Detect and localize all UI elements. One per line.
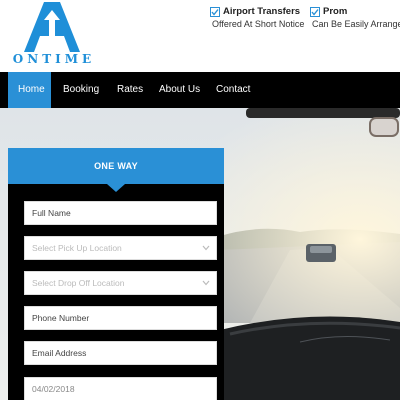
date-value: 04/02/2018 <box>32 384 75 394</box>
logo-a-arrow-icon <box>24 2 80 52</box>
pickup-location-select[interactable]: Select Pick Up Location <box>24 236 217 260</box>
feature-airport-transfers: Airport Transfers Offered At Short Notic… <box>210 6 305 36</box>
main-nav: Home Booking Rates About Us Contact <box>0 72 400 108</box>
full-name-field[interactable]: Full Name <box>24 201 217 225</box>
logo-text: ONTIME <box>12 52 96 66</box>
full-name-placeholder: Full Name <box>32 208 71 218</box>
site-header: ONTIME Airport Transfers Offered At Shor… <box>0 0 400 72</box>
pickup-location-placeholder: Select Pick Up Location <box>32 243 122 253</box>
feature-title: Airport Transfers <box>223 6 301 17</box>
nav-item-booking[interactable]: Booking <box>53 72 109 108</box>
nav-item-about-us[interactable]: About Us <box>149 72 210 108</box>
feature-title: Prom <box>323 6 348 17</box>
email-address-field[interactable]: Email Address <box>24 341 217 365</box>
date-field[interactable]: 04/02/2018 <box>24 377 217 400</box>
email-address-placeholder: Email Address <box>32 348 87 358</box>
tab-pointer <box>107 184 125 192</box>
nav-item-contact[interactable]: Contact <box>206 72 260 108</box>
booking-form: ONE WAY Full Name Select Pick Up Locatio… <box>8 148 224 400</box>
check-icon <box>310 7 320 17</box>
feature-subtitle: Can Be Easily Arranged <box>312 19 400 29</box>
phone-number-field[interactable]: Phone Number <box>24 306 217 330</box>
check-icon <box>210 7 220 17</box>
phone-number-placeholder: Phone Number <box>32 313 90 323</box>
dropoff-location-select[interactable]: Select Drop Off Location <box>24 271 217 295</box>
ontime-logo[interactable]: ONTIME <box>8 2 100 68</box>
nav-item-rates[interactable]: Rates <box>107 72 153 108</box>
feature-subtitle: Offered At Short Notice <box>212 19 305 29</box>
dropoff-location-placeholder: Select Drop Off Location <box>32 278 125 288</box>
chevron-down-icon <box>202 245 210 251</box>
feature-prom: Prom Can Be Easily Arranged <box>310 6 400 36</box>
tab-one-way-label: ONE WAY <box>94 161 138 171</box>
chevron-down-icon <box>202 280 210 286</box>
nav-item-home[interactable]: Home <box>8 72 51 108</box>
tab-one-way[interactable]: ONE WAY <box>8 148 224 184</box>
